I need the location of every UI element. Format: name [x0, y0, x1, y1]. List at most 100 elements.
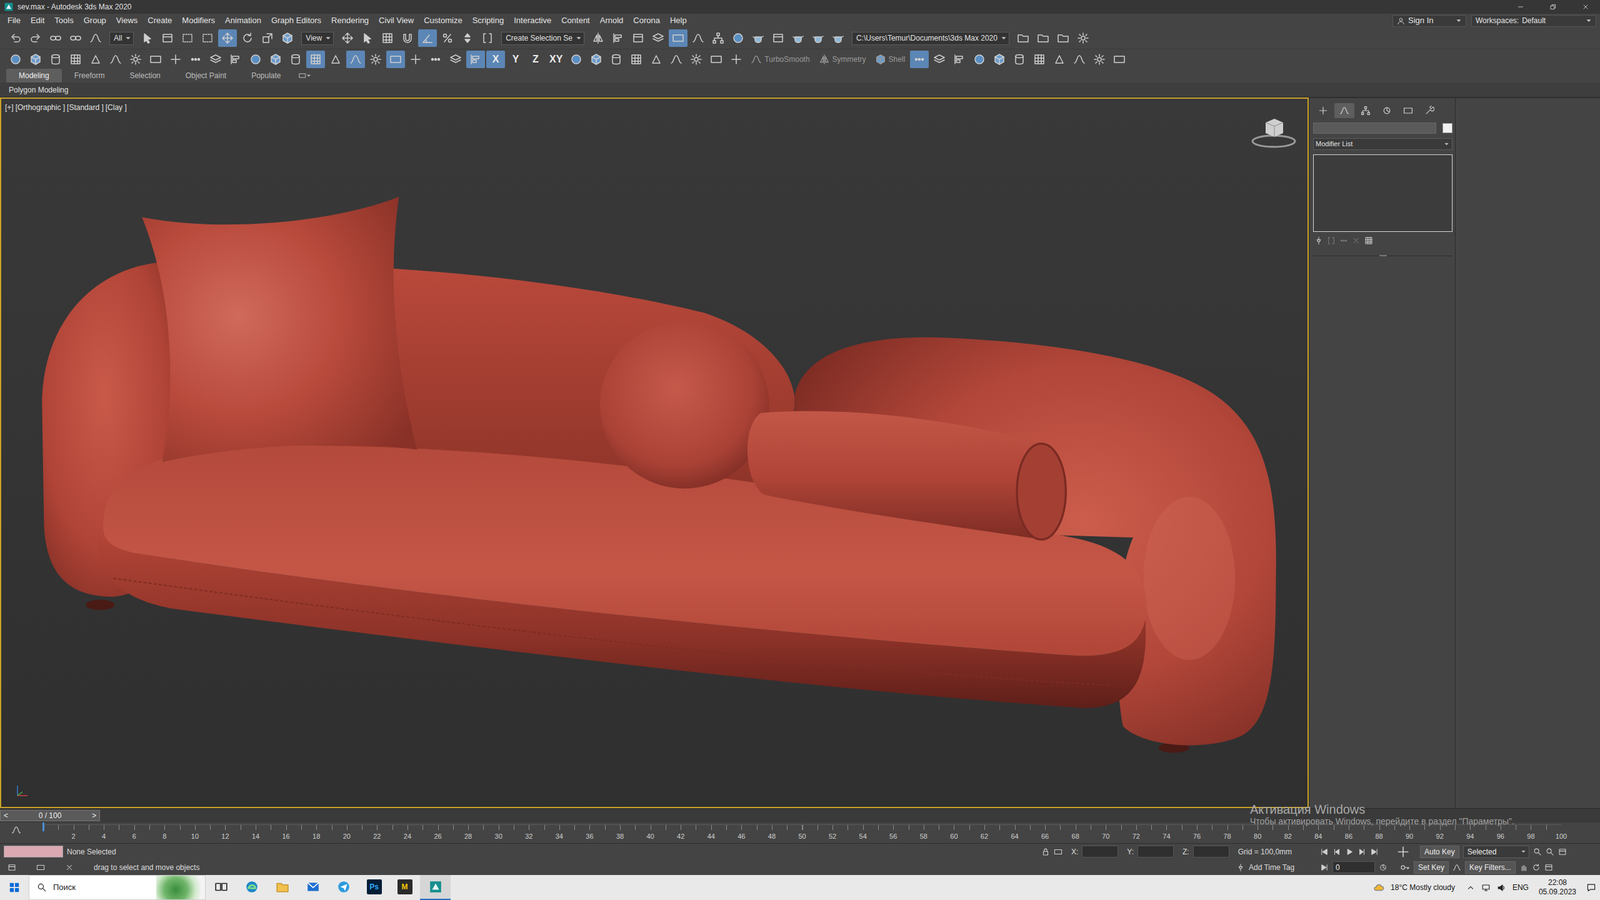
panel-divider[interactable]: [1313, 255, 1453, 260]
curve-editor-button[interactable]: [688, 29, 708, 47]
selection-lock-icon[interactable]: [1041, 847, 1050, 857]
create-camera-button[interactable]: [386, 50, 405, 69]
pan-icon[interactable]: [1519, 863, 1529, 872]
menu-item[interactable]: Rendering: [326, 15, 374, 26]
create-plane-button[interactable]: [306, 50, 325, 69]
zoom-icon[interactable]: [1533, 847, 1542, 857]
absolute-mode-icon[interactable]: [1053, 847, 1063, 857]
create-cylinder-button[interactable]: [286, 50, 305, 69]
menu-item[interactable]: Civil View: [373, 15, 419, 26]
menu-item[interactable]: Customize: [418, 15, 467, 26]
axis-constraint-button[interactable]: Y: [506, 50, 525, 69]
create-light-button[interactable]: [126, 50, 145, 69]
network-icon[interactable]: [1481, 883, 1491, 893]
add-time-tag[interactable]: Add Time Tag: [1248, 861, 1295, 874]
show-end-result-button[interactable]: [1326, 236, 1336, 245]
layer-tool-button[interactable]: [930, 50, 949, 69]
create-box-button[interactable]: [26, 50, 45, 69]
project-folder-button[interactable]: [1013, 29, 1033, 47]
next-frame-icon[interactable]: [1357, 847, 1367, 857]
axis-constraint-button[interactable]: Z: [526, 50, 545, 69]
undo-button[interactable]: [6, 29, 25, 47]
save-project-button[interactable]: [1053, 29, 1073, 47]
align-tool-button[interactable]: [950, 50, 969, 69]
zoom-extents-icon[interactable]: [1558, 847, 1567, 857]
create-box-button[interactable]: [990, 50, 1009, 69]
motion-tab[interactable]: [1376, 103, 1397, 119]
task-view-app[interactable]: [205, 875, 237, 900]
select-and-link-button[interactable]: [46, 29, 65, 47]
ribbon-tab[interactable]: Object Paint: [173, 68, 239, 83]
viewport-label[interactable]: [Standard ]: [66, 101, 104, 114]
use-pivot-center-button[interactable]: [338, 29, 357, 47]
maximize-viewport-icon[interactable]: [1544, 863, 1554, 872]
input-language[interactable]: ENG: [1512, 881, 1529, 894]
create-spline-button[interactable]: [1070, 50, 1089, 69]
menu-item[interactable]: Group: [78, 15, 112, 26]
rectangular-selection-button[interactable]: [178, 29, 197, 47]
max-app[interactable]: [420, 875, 451, 900]
create-light-button[interactable]: [1090, 50, 1109, 69]
axis-constraint-button[interactable]: XY: [546, 50, 566, 69]
orbit-icon[interactable]: [1531, 863, 1541, 872]
set-key-button[interactable]: Set Key: [1413, 861, 1449, 874]
create-box-button[interactable]: [266, 50, 285, 69]
menu-item[interactable]: Tools: [49, 15, 79, 26]
create-camera-button[interactable]: [706, 50, 726, 69]
hierarchy-tab[interactable]: [1355, 103, 1376, 119]
photoshop-app[interactable]: Ps: [358, 875, 390, 900]
create-helper-button[interactable]: [726, 50, 746, 69]
select-and-scale-button[interactable]: [258, 29, 277, 47]
modifier-button[interactable]: Shell: [871, 50, 910, 69]
taskbar-search[interactable]: Поиск: [28, 875, 206, 900]
create-sphere-button[interactable]: [566, 50, 586, 69]
space-warp-button[interactable]: [426, 50, 445, 69]
snaps-toggle-button[interactable]: [398, 29, 417, 47]
menu-item[interactable]: Interactive: [508, 15, 557, 26]
rendered-frame-window-button[interactable]: [768, 29, 788, 47]
menu-item[interactable]: Create: [142, 15, 177, 26]
project-settings-button[interactable]: [1073, 29, 1093, 47]
create-cone-button[interactable]: [86, 50, 105, 69]
create-cylinder-button[interactable]: [606, 50, 626, 69]
remove-modifier-button[interactable]: [1351, 236, 1361, 245]
mail-app[interactable]: [297, 875, 329, 900]
align-tool-button[interactable]: [226, 50, 245, 69]
create-tab[interactable]: [1313, 103, 1334, 119]
toolbar-dropdown[interactable]: Create Selection Se: [501, 31, 585, 45]
pin-stack-button[interactable]: [1314, 236, 1324, 245]
create-plane-button[interactable]: [66, 50, 85, 69]
create-spline-button[interactable]: [666, 50, 686, 69]
viewport-label[interactable]: [Clay ]: [105, 101, 127, 114]
menu-item[interactable]: Graph Editors: [266, 15, 327, 26]
current-frame-field[interactable]: 0: [1332, 861, 1375, 874]
show-hidden-icon[interactable]: [1466, 883, 1475, 892]
modifier-list-dropdown[interactable]: Modifier List: [1313, 138, 1453, 150]
render-setup-button[interactable]: [748, 29, 768, 47]
edge-app[interactable]: [236, 875, 267, 900]
modifier-stack[interactable]: [1313, 154, 1453, 232]
create-light-button[interactable]: [366, 50, 385, 69]
scene-explorer-button[interactable]: [628, 29, 648, 47]
toolbar-dropdown[interactable]: View: [301, 31, 334, 45]
create-cylinder-button[interactable]: [46, 50, 65, 69]
menu-item[interactable]: Animation: [220, 15, 267, 26]
open-project-button[interactable]: [1033, 29, 1053, 47]
notifications-icon[interactable]: [1586, 882, 1597, 893]
align-button[interactable]: [608, 29, 628, 47]
create-light-button[interactable]: [686, 50, 706, 69]
set-keys-icon[interactable]: [1396, 845, 1410, 859]
menu-item[interactable]: Scripting: [467, 15, 510, 26]
coordinate-field[interactable]: [1081, 845, 1119, 858]
mirror-button[interactable]: [588, 29, 608, 47]
explorer-app[interactable]: [266, 875, 298, 900]
listener-panel-icon[interactable]: [36, 863, 45, 872]
spinner-snap-toggle-button[interactable]: [458, 29, 477, 47]
ribbon-tab[interactable]: Populate: [238, 68, 294, 83]
edit-named-selection-sets-button[interactable]: [478, 29, 497, 47]
align-tool-button[interactable]: [466, 50, 485, 69]
sign-in-button[interactable]: Sign In: [1392, 15, 1467, 27]
mini-curve-editor-button[interactable]: [0, 822, 44, 844]
toolbar-dropdown[interactable]: All: [109, 31, 134, 45]
percent-snap-toggle-button[interactable]: [438, 29, 457, 47]
